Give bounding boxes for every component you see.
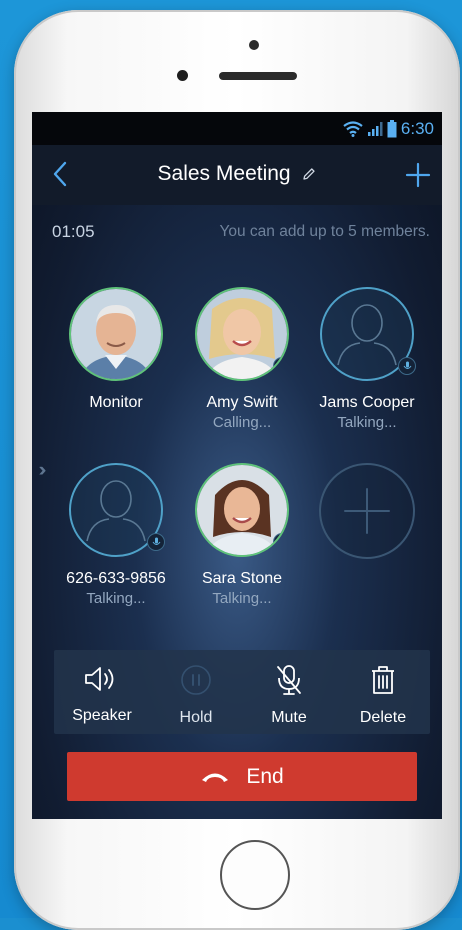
end-call-button[interactable]: End: [67, 752, 417, 801]
pause-icon: [181, 665, 211, 695]
member-status: Calling...: [212, 414, 272, 431]
mic-icon: [278, 361, 286, 369]
front-camera: [177, 70, 188, 81]
hang-up-icon: [202, 773, 229, 782]
plus-icon: [344, 488, 390, 534]
avatar-sara-stone: [195, 463, 289, 557]
mute-label: Mute: [271, 709, 307, 726]
status-time: 6:30: [400, 119, 434, 138]
sensor-dot: [249, 40, 259, 50]
call-timer: 01:05: [52, 222, 95, 241]
trash-icon: [372, 666, 394, 694]
battery-icon: [387, 120, 397, 138]
add-icon[interactable]: [404, 161, 432, 189]
hold-button[interactable]: Hold: [151, 664, 241, 727]
avatar-monitor: [69, 287, 163, 381]
mic-badge: [273, 357, 287, 375]
speaker-label: Speaker: [72, 707, 132, 724]
video-badge: [273, 533, 287, 551]
member-name: Amy Swift: [206, 394, 278, 411]
member-amy-swift[interactable]: Amy Swift Calling...: [182, 287, 302, 431]
member-name: Monitor: [89, 394, 143, 411]
avatar-placeholder: [320, 287, 416, 381]
speaker-icon: [85, 667, 114, 691]
member-status: Talking...: [337, 414, 397, 431]
mic-icon: [152, 537, 160, 545]
title-area[interactable]: Sales Meeting: [32, 162, 442, 186]
avatar-placeholder: [69, 463, 165, 557]
member-status: Talking...: [212, 590, 272, 607]
mic-icon: [403, 361, 411, 369]
home-button[interactable]: [220, 840, 290, 910]
member-name: Jams Cooper: [319, 394, 415, 411]
mute-button[interactable]: Mute: [244, 664, 334, 727]
page-title: Sales Meeting: [157, 162, 291, 185]
mute-mic-icon: [277, 665, 301, 695]
nav-bar: Sales Meeting: [32, 145, 442, 205]
delete-button[interactable]: Delete: [338, 664, 428, 727]
avatar-amy-swift: [195, 287, 289, 381]
mic-badge: [147, 533, 165, 551]
member-status: Talking...: [86, 590, 146, 607]
status-bar: 6:30: [32, 112, 442, 145]
member-name: 626-633-9856: [66, 570, 166, 587]
mic-badge: [398, 357, 416, 375]
hold-label: Hold: [179, 709, 213, 726]
member-monitor[interactable]: Monitor: [56, 287, 176, 414]
speaker-button[interactable]: Speaker: [57, 664, 147, 725]
member-jams-cooper[interactable]: Jams Cooper Talking...: [307, 287, 427, 431]
member-sara-stone[interactable]: Sara Stone Talking...: [182, 463, 302, 607]
pencil-icon[interactable]: [302, 167, 316, 181]
member-name: Sara Stone: [201, 570, 283, 587]
call-screen: 6:30 Sales Meeting 01:05 You can add up …: [32, 112, 442, 819]
member-phone-number[interactable]: 626-633-9856 Talking...: [56, 463, 176, 607]
delete-label: Delete: [359, 709, 407, 726]
signal-icon: [367, 122, 383, 136]
person-photo-icon: [71, 289, 161, 379]
add-member-button[interactable]: [319, 463, 415, 559]
earpiece: [219, 72, 297, 80]
wifi-icon: [343, 121, 363, 137]
member-limit-hint: You can add up to 5 members.: [219, 223, 430, 240]
video-camera-icon: [277, 539, 287, 545]
call-controls: Speaker Hold Mute Delete: [54, 650, 430, 734]
end-label: End: [246, 764, 284, 788]
